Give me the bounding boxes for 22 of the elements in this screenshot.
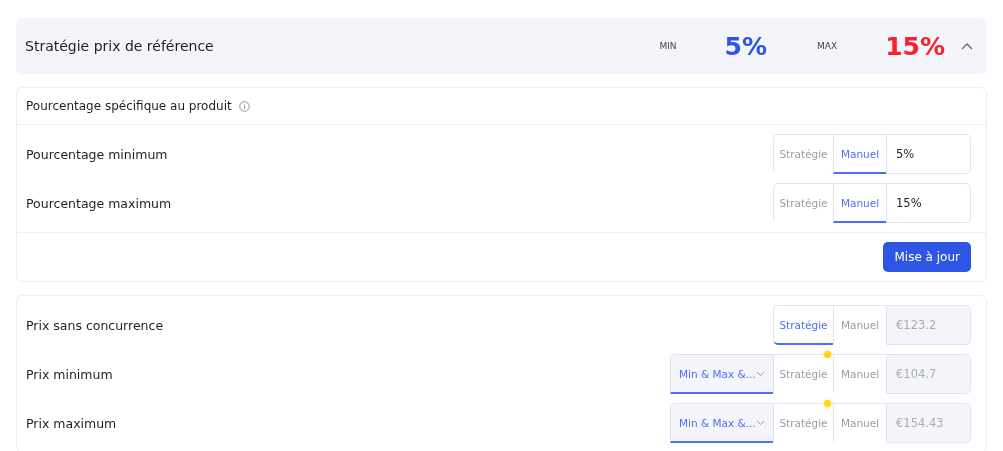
mode-tab[interactable]: Manuel (833, 134, 886, 174)
card-title: Pourcentage spécifique au produit (26, 99, 232, 113)
row-label: Prix sans concurrence (26, 317, 165, 333)
value-field[interactable]: 5% (886, 134, 971, 174)
chevron-up-icon[interactable] (961, 42, 973, 50)
mode-tab[interactable]: Stratégie (773, 183, 833, 223)
row-label: Pourcentage maximum (26, 195, 173, 211)
value-field[interactable]: 15% (886, 183, 971, 223)
min-value: 5% (724, 31, 768, 61)
min-label: MIN (659, 41, 677, 51)
row-label: Prix maximum (26, 415, 118, 431)
chevron-down-icon (756, 370, 765, 377)
max-label: MAX (817, 41, 838, 51)
max-value: 15% (885, 31, 945, 61)
update-button[interactable]: Mise à jour (883, 242, 971, 272)
section-title: Stratégie prix de référence (25, 38, 215, 54)
row-label: Pourcentage minimum (26, 146, 169, 162)
section-header[interactable]: Stratégie prix de référence MIN 5% MAX 15% (16, 18, 987, 74)
mode-tab[interactable]: Stratégie (773, 134, 833, 174)
row-label: Prix minimum (26, 366, 114, 382)
mode-tab[interactable]: Manuel (833, 183, 886, 223)
chevron-down-icon (756, 419, 765, 426)
